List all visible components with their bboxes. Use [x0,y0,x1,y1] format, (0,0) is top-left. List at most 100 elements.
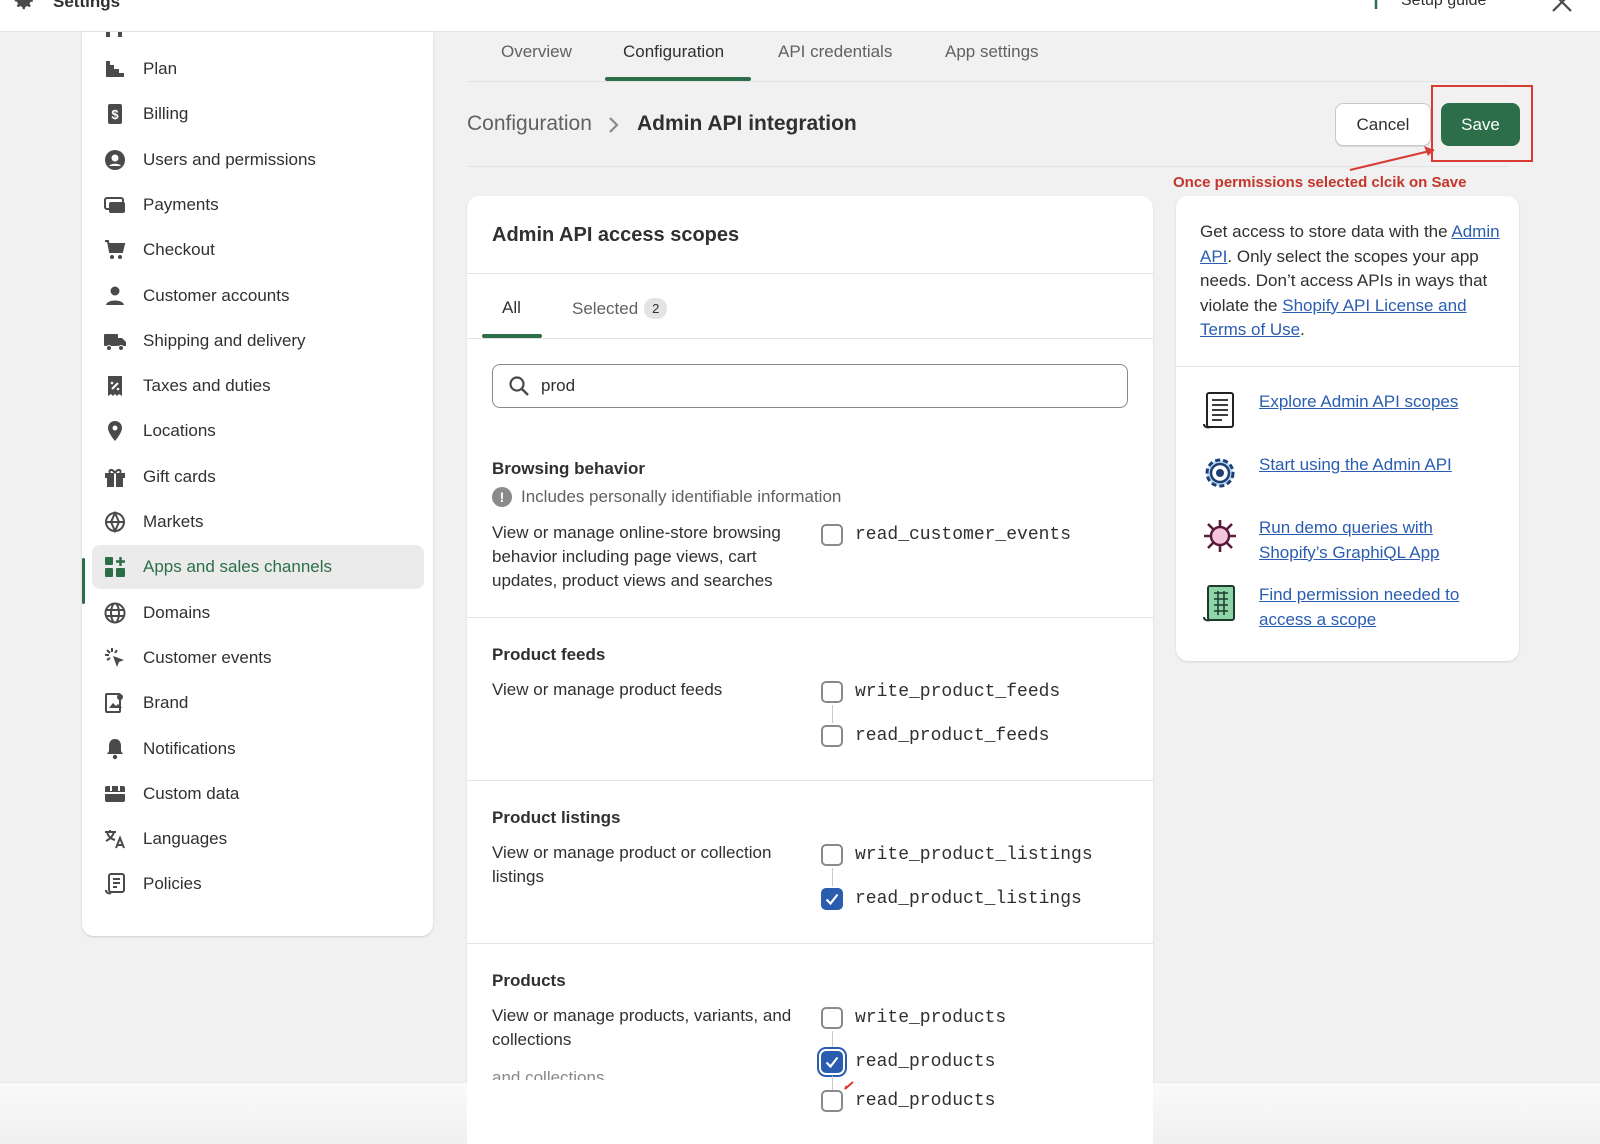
sidebar-item-markets[interactable]: Markets [92,500,424,544]
app-tabs: Overview Configuration API credentials A… [467,32,1509,82]
truck-icon [102,328,128,354]
pii-notice: ! Includes personally identifiable inform… [492,487,841,507]
sidebar-item-label: Users and permissions [143,149,316,169]
globe-icon [102,600,128,626]
card-divider [467,780,1153,781]
intro-text: Get access to store data with the [1200,222,1452,241]
sidebar-item-label: Languages [143,829,228,849]
scope-write-product-listings[interactable]: write_product_listings [821,844,1093,866]
sidebar-item-label: Apps and sales channels [143,557,333,577]
checkbox[interactable] [821,1007,843,1029]
policy-icon [102,871,128,897]
search-input[interactable] [541,371,1101,401]
sidebar-item-label: Customer accounts [143,285,290,305]
annotation-arrow-icon [1349,146,1435,171]
find-permission-link[interactable]: Find permission needed to access a scope [1259,583,1499,632]
scope-write-product-feeds[interactable]: write_product_feeds [821,681,1060,703]
scope-connector [832,868,833,886]
scope-connector [832,1031,833,1049]
database-icon [102,781,128,807]
resource-item[interactable]: Explore Admin API scopes [1200,390,1499,430]
annotation-mark-icon [844,1081,854,1090]
checkbox[interactable] [821,844,843,866]
active-indicator [82,558,85,604]
checkbox[interactable] [821,1090,843,1112]
tab-overview[interactable]: Overview [501,42,572,62]
sidebar-item-gift-cards[interactable]: Gift cards [92,455,424,499]
sidebar-item-customer-accounts[interactable]: Customer accounts [92,274,424,318]
sidebar-item-locations[interactable]: Locations [92,409,424,453]
receipt-percent-icon [102,373,128,399]
checkbox[interactable] [821,524,843,546]
search-icon [509,376,529,396]
sidebar-item-billing[interactable]: $ Billing [92,92,424,136]
breadcrumb-parent[interactable]: Configuration [467,112,592,136]
sidebar-item-label: Domains [143,602,211,622]
sidebar-item-notifications[interactable]: Notifications [92,727,424,771]
pii-text: Includes personally identifiable informa… [521,487,842,506]
sidebar-item-label: Markets [143,512,204,531]
checkbox-checked[interactable] [821,888,843,910]
tab-api-credentials[interactable]: API credentials [778,42,892,62]
section-description: View or manage product feeds [492,680,723,699]
resource-item[interactable]: Start using the Admin API [1200,453,1499,493]
info-divider [1176,366,1519,367]
start-admin-api-link[interactable]: Start using the Admin API [1259,453,1499,478]
chevron-right-icon [609,117,619,133]
sidebar-item-label: Taxes and duties [143,376,271,396]
sidebar-item-languages[interactable]: Languages [92,817,424,861]
sidebar-item-plan[interactable]: Plan [92,47,424,91]
scope-label: read_product_feeds [855,726,1050,746]
tab-configuration[interactable]: Configuration [623,42,724,62]
grid-scroll-icon [1203,585,1235,622]
checkbox-checked[interactable] [821,1051,843,1073]
close-icon[interactable] [1550,0,1574,14]
sidebar-stub-icon [106,32,122,37]
setup-guide-link[interactable]: Setup guide [1401,0,1486,10]
section-title: Product feeds [492,645,606,664]
sidebar-item-label: Brand [143,693,189,713]
scope-read-product-feeds[interactable]: read_product_feeds [821,725,1049,747]
sidebar-item-label: Customer events [143,647,272,667]
sidebar-item-customer-events[interactable]: Customer events [92,636,424,680]
sidebar-item-custom-data[interactable]: Custom data [92,772,424,816]
sidebar-item-taxes-and-duties[interactable]: Taxes and duties [92,364,424,408]
card-divider [467,617,1153,618]
checkbox[interactable] [821,725,843,747]
explore-scopes-link[interactable]: Explore Admin API scopes [1259,390,1499,415]
sidebar-item-apps-and-sales-channels[interactable]: Apps and sales channels [92,545,424,590]
cursor-click-icon [102,645,128,671]
globe-markets-icon [102,509,128,535]
sidebar-item-checkout[interactable]: Checkout [92,228,424,272]
tab-app-settings[interactable]: App settings [945,42,1039,62]
sidebar-item-domains[interactable]: Domains [92,591,424,635]
graphiql-link[interactable]: Run demo queries with Shopify’s GraphiQL… [1259,516,1499,565]
scope-read-products[interactable]: read_products [821,1051,995,1073]
apps-icon [102,554,128,580]
resource-item[interactable]: Find permission needed to access a scope [1200,583,1499,632]
card-title: Admin API access scopes [492,224,740,246]
tab-selected[interactable]: Selected 2 [572,298,668,319]
sidebar-item-policies[interactable]: Policies [92,862,424,906]
tab-all[interactable]: All [502,298,521,318]
payments-icon [102,192,128,218]
plan-icon [102,56,128,82]
sidebar-item-payments[interactable]: Payments [92,183,424,227]
checkbox[interactable] [821,681,843,703]
settings-gear-icon [14,0,33,10]
top-bar: Settings Setup guide [0,0,1600,32]
settings-sidebar: Plan $ Billing Users and permissions Payment… [82,32,433,936]
resource-item[interactable]: Run demo queries with Shopify’s GraphiQL… [1200,516,1499,565]
cart-icon [102,237,128,263]
scope-read-product-listings[interactable]: read_product_listings [821,888,1082,910]
sidebar-item-label: Plan [143,59,178,78]
sidebar-item-shipping-and-delivery[interactable]: Shipping and delivery [92,319,424,363]
scope-write-products[interactable]: write_products [821,1007,1006,1029]
scope-search[interactable] [492,364,1128,408]
scope-read-products-duplicate[interactable]: read_products [821,1090,995,1112]
sidebar-item-users-and-permissions[interactable]: Users and permissions [92,138,424,182]
scope-read-customer-events[interactable]: read_customer_events [821,524,1071,546]
bell-icon [102,736,128,762]
flag-icon[interactable] [1373,0,1391,10]
sidebar-item-brand[interactable]: Brand [92,681,424,725]
